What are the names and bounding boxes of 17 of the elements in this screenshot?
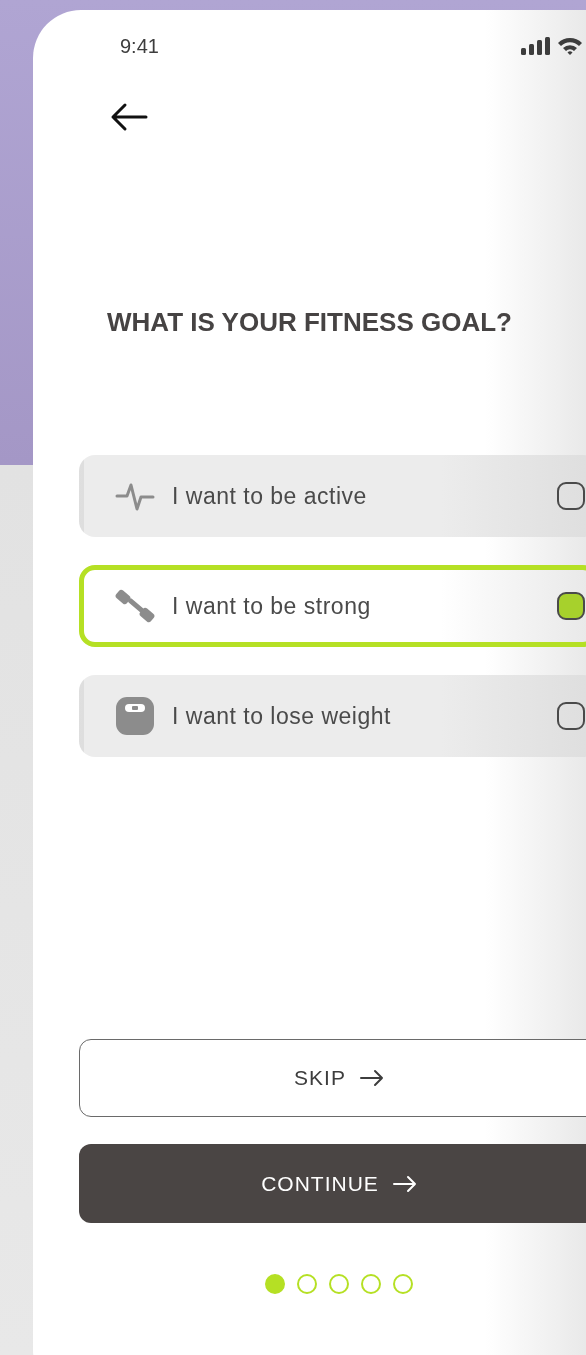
back-button[interactable] [110,102,148,132]
arrow-right-icon [392,1174,417,1193]
scale-icon [115,696,155,736]
goal-option[interactable]: I want to be strong [79,565,586,647]
screen-title: WHAT IS YOUR FITNESS GOAL? [107,309,512,335]
goal-option[interactable]: I want to lose weight [79,675,586,757]
status-time: 9:41 [120,36,159,56]
continue-button[interactable]: CONTINUE [79,1144,586,1223]
signal-icon [521,37,551,55]
wifi-icon [557,36,583,56]
skip-button[interactable]: SKIP [79,1039,586,1117]
checkbox[interactable] [557,482,585,510]
back-arrow-icon [110,102,148,132]
checkbox[interactable] [557,702,585,730]
arrow-right-icon [359,1069,384,1087]
goal-option[interactable]: I want to be active [79,455,586,537]
checkbox[interactable] [557,592,585,620]
